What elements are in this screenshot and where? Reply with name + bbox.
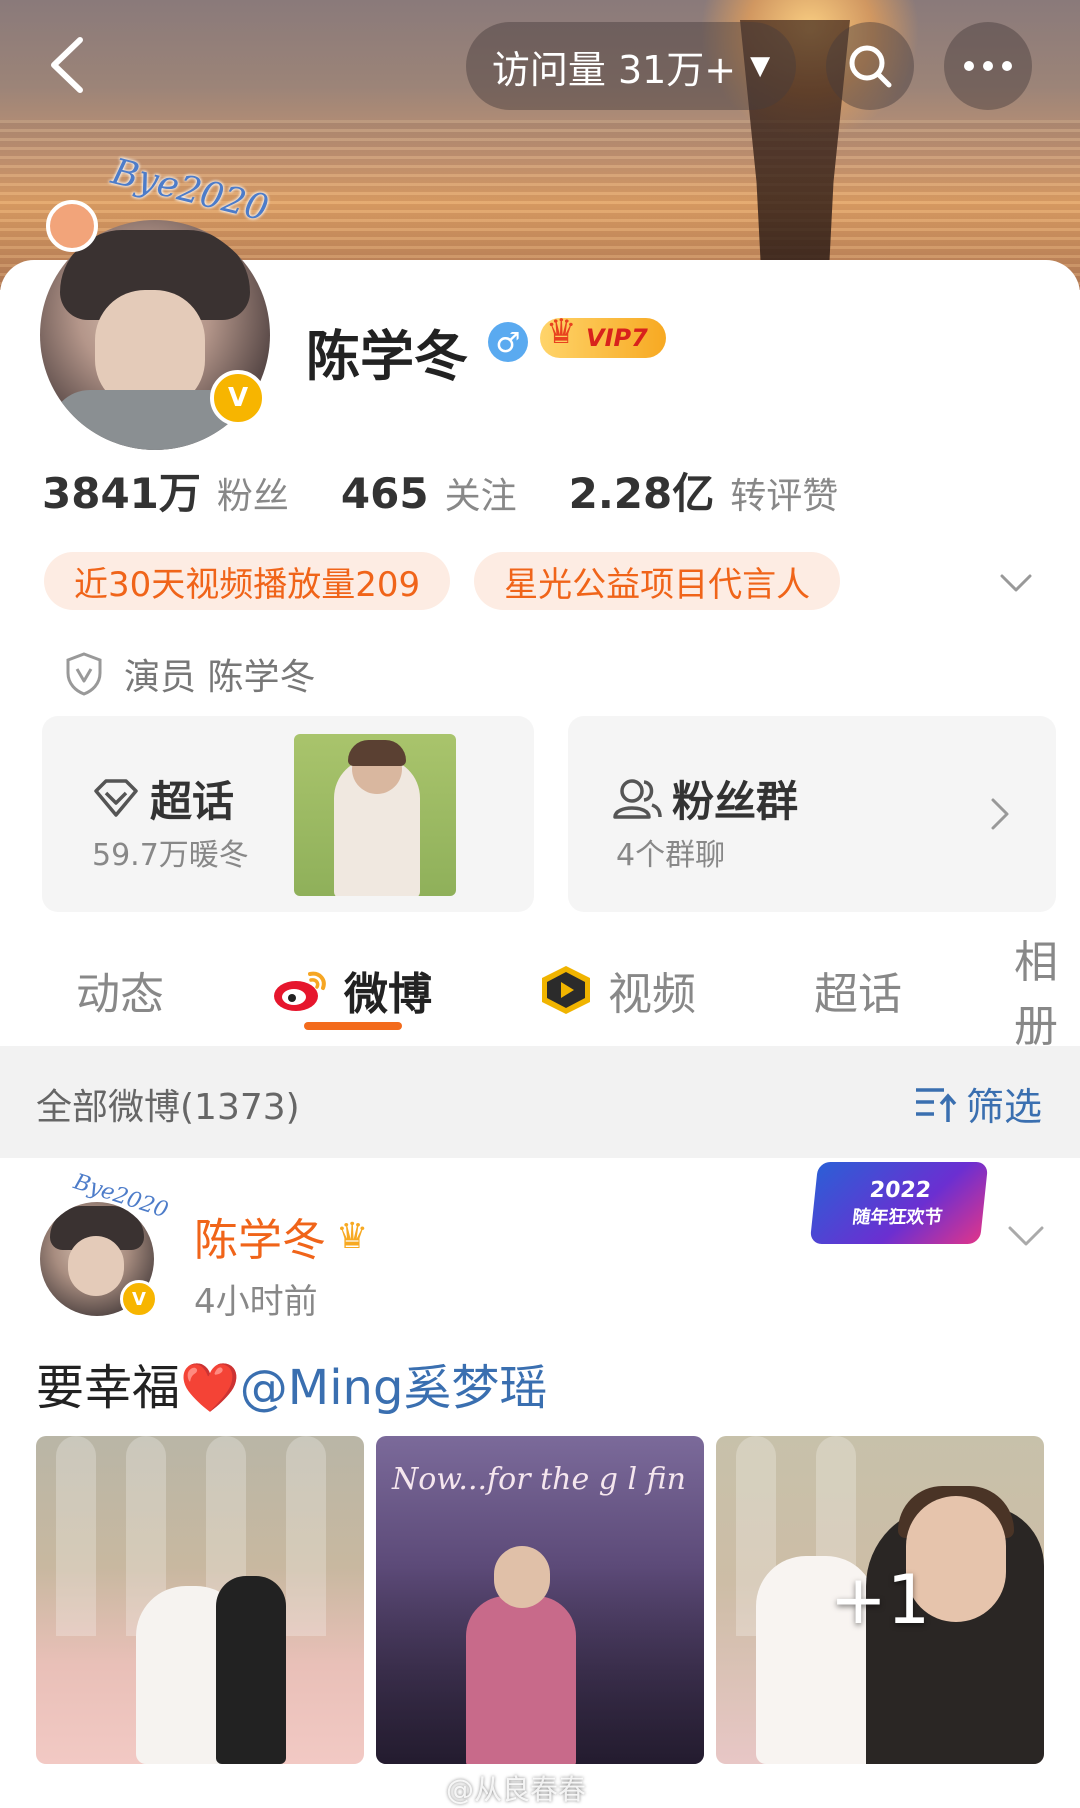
profile-stats: 3841万 粉丝 465 关注 2.28亿 转评赞 [42,460,890,521]
crown-icon: ♛ [336,1215,369,1257]
tag-charity[interactable]: 星光公益项目代言人 [474,552,841,610]
tab-super-topic[interactable]: 超话 [814,940,902,1040]
caret-down-icon: ▼ [750,51,771,81]
avatar-frame-decoration [46,200,98,252]
chevron-down-icon[interactable] [1004,1212,1048,1256]
male-icon: ♂ [488,322,528,362]
stat-value: 3841万 [42,469,201,518]
post-author[interactable]: 陈学冬 ♛ [194,1204,368,1268]
profile-tags: 近30天视频播放量209 星光公益项目代言人 [44,552,841,610]
visit-count-label: 访问量 31万+ [491,47,737,92]
event-badge-year: 2022 [868,1177,933,1203]
photo-script-text: Now...for the g l fin [392,1462,686,1497]
super-topic-card[interactable]: 超话 59.7万暖冬 [42,716,534,912]
heart-emoji: ❤️ [180,1360,240,1416]
vip-label: VIP7 [586,324,648,352]
profile-avatar-container[interactable]: Bye2020 V [40,151,280,450]
tag-video-plays[interactable]: 近30天视频播放量209 [44,552,451,610]
filter-label: 筛选 [965,1085,1042,1129]
stat-followers[interactable]: 3841万 粉丝 [42,460,289,521]
fan-group-title-row: 粉丝群 [612,768,798,829]
fan-group-title: 粉丝群 [672,777,799,826]
super-topic-thumbnail [294,734,456,896]
stat-following[interactable]: 465 关注 [341,467,517,519]
super-topic-title: 超话 [150,777,235,826]
vip-badge[interactable]: ♛ VIP7 [540,312,666,358]
stat-value: 2.28亿 [568,469,715,518]
tab-label: 微博 [344,969,432,1020]
post-author-name: 陈学冬 [194,1215,326,1266]
post-avatar-container[interactable]: Bye2020 V [36,1170,171,1318]
fan-group-card[interactable]: 粉丝群 4个群聊 [568,716,1056,912]
tab-album[interactable]: 相册 [1014,937,1080,1052]
tab-label: 超话 [814,969,902,1020]
verified-badge: V [210,370,266,426]
stat-label: 转评赞 [730,476,839,517]
more-photos-count: +1 [829,1560,931,1640]
post-text-body: 要幸福 [36,1360,181,1416]
diamond-icon [94,778,138,817]
post-photo-3[interactable]: +1 [716,1436,1044,1764]
verification-line[interactable]: 演员 陈学冬 [64,648,315,700]
group-icon [613,778,662,819]
tab-label: 动态 [76,969,164,1020]
tab-label: 相册 [1014,937,1058,1052]
stat-value: 465 [340,469,429,518]
crown-icon: ♛ [546,312,577,352]
verified-shield-icon [66,652,102,696]
back-button[interactable] [38,34,94,96]
visit-count-dropdown[interactable]: 访问量 31万+ ▼ [466,22,796,110]
post-count-label: 全部微博(1373) [36,1087,300,1128]
filter-sort-icon [915,1087,957,1122]
fan-group-subtitle: 4个群聊 [616,838,726,873]
filter-button[interactable]: 筛选 [914,1076,1042,1131]
post-photo-2[interactable]: Now...for the g l fin [376,1436,704,1764]
weibo-logo-icon [274,971,326,1011]
more-dots-icon [964,61,1012,71]
more-button[interactable] [944,22,1032,110]
chevron-down-icon[interactable] [996,562,1036,602]
video-play-icon [542,966,590,1014]
post-text: 要幸福❤️@Ming奚梦瑶 [36,1348,547,1418]
event-badge[interactable]: 2022 随年狂欢节 [809,1162,989,1244]
chevron-left-icon [51,37,83,93]
filter-bar: 全部微博(1373) 筛选 [0,1046,1080,1158]
post-mention-link[interactable]: @Ming奚梦瑶 [240,1360,548,1416]
search-button[interactable] [826,22,914,110]
tab-video[interactable]: 视频 [538,940,696,1040]
post-photo-1[interactable] [36,1436,364,1764]
search-icon [849,45,892,88]
profile-name: 陈学冬 [306,325,468,388]
tab-label: 视频 [608,969,696,1020]
post-verified-badge: V [120,1280,158,1318]
chevron-right-icon [991,798,1009,830]
tab-activity[interactable]: 动态 [76,940,164,1040]
verification-text: 演员 陈学冬 [124,657,316,698]
profile-tabs: 动态 微博 视频 超话 相册 [0,937,1080,1052]
post-timestamp: 4小时前 [194,1282,318,1322]
super-topic-subtitle: 59.7万暖冬 [92,838,249,873]
stat-label: 粉丝 [216,476,289,517]
super-topic-title-row: 超话 [92,768,234,829]
stat-label: 关注 [444,476,517,517]
stat-interactions[interactable]: 2.28亿 转评赞 [569,460,839,521]
watermark: @从良春春 [446,1773,587,1806]
event-badge-name: 随年狂欢节 [851,1206,944,1228]
active-tab-indicator [304,1022,402,1030]
